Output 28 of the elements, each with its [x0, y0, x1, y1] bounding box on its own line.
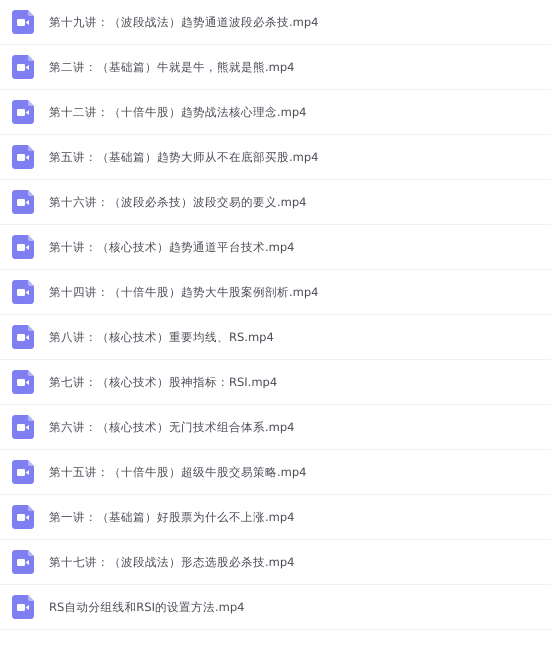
file-name[interactable]: 第十五讲：（十倍牛股）超级牛股交易策略.mp4 — [49, 464, 306, 480]
video-file-icon — [12, 370, 34, 394]
video-file-icon — [12, 55, 34, 79]
file-name[interactable]: 第十六讲：（波段必杀技）波段交易的要义.mp4 — [49, 194, 306, 210]
file-name[interactable]: 第十二讲：（十倍牛股）趋势战法核心理念.mp4 — [49, 104, 306, 120]
video-file-icon — [12, 325, 34, 349]
video-file-icon — [12, 415, 34, 439]
video-file-icon — [12, 460, 34, 484]
file-name[interactable]: 第十九讲：（波段战法）趋势通道波段必杀技.mp4 — [49, 14, 318, 30]
video-file-icon — [12, 280, 34, 304]
video-file-icon — [12, 550, 34, 574]
file-name[interactable]: 第七讲：（核心技术）股神指标：RSI.mp4 — [49, 374, 278, 390]
file-name[interactable]: 第十讲：（核心技术）趋势通道平台技术.mp4 — [49, 240, 294, 254]
video-file-icon — [12, 190, 34, 214]
video-file-icon — [12, 505, 34, 529]
file-name[interactable]: 第八讲：（核心技术）重要均线、RS.mp4 — [49, 330, 274, 344]
video-file-icon — [12, 595, 34, 619]
video-file-icon — [12, 100, 34, 124]
file-name[interactable]: 第六讲：（核心技术）无门技术组合体系.mp4 — [49, 420, 294, 434]
file-name[interactable]: 第五讲：（基础篇）趋势大师从不在底部买股.mp4 — [49, 150, 318, 164]
file-name[interactable]: RS自动分组线和RSI的设置方法.mp4 — [49, 600, 244, 614]
video-file-icon — [12, 145, 34, 169]
video-file-icon — [12, 235, 34, 259]
file-name[interactable]: 第十四讲：（十倍牛股）趋势大牛股案例剖析.mp4 — [49, 284, 318, 300]
file-name[interactable]: 第二讲：（基础篇）牛就是牛，熊就是熊.mp4 — [49, 60, 294, 74]
video-file-icon — [12, 10, 34, 34]
file-name[interactable]: 第一讲：（基础篇）好股票为什么不上涨.mp4 — [49, 510, 294, 524]
file-name[interactable]: 第十七讲：（波段战法）形态选股必杀技.mp4 — [49, 554, 294, 570]
